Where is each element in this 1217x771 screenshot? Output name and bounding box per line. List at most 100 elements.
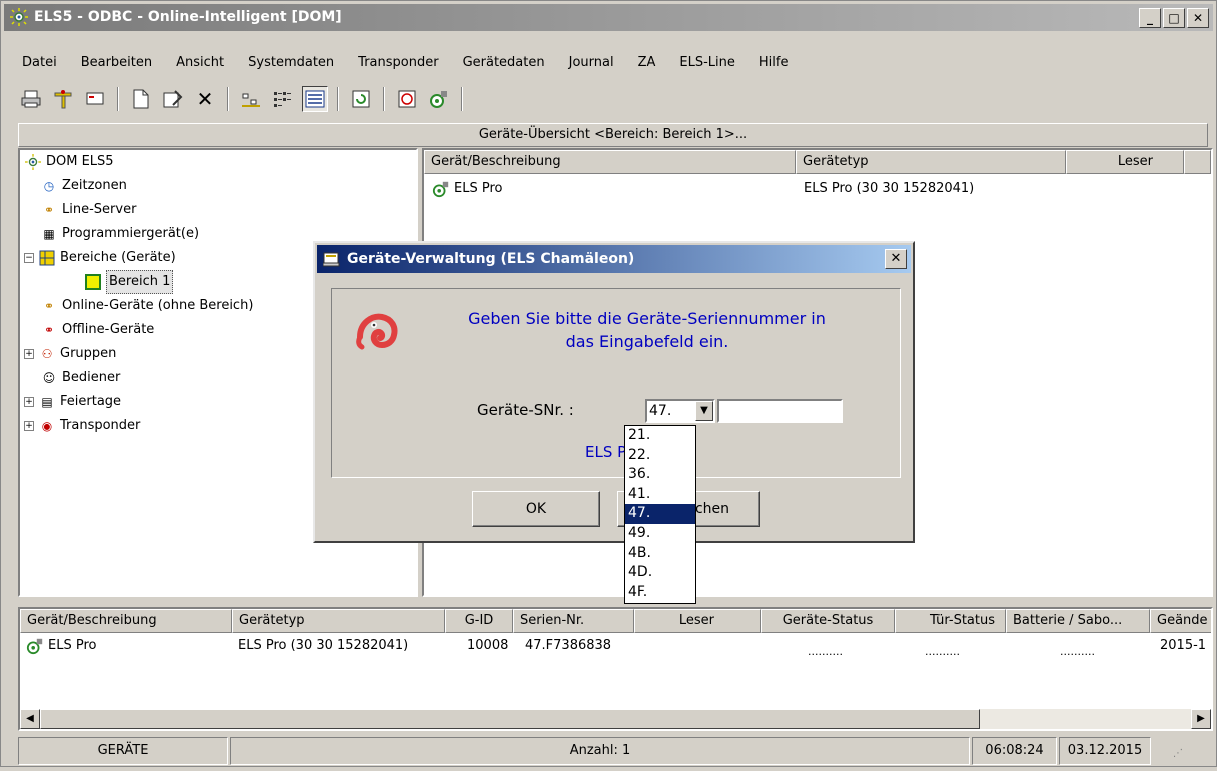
- column-header-leser[interactable]: Leser: [634, 609, 761, 633]
- antenna-icon[interactable]: [50, 86, 76, 112]
- tree-item-label: Bereich 1: [106, 270, 174, 294]
- scrollbar-thumb[interactable]: [40, 709, 980, 729]
- scroll-left-icon[interactable]: ◀: [20, 709, 40, 729]
- row-battery: ..........: [1060, 645, 1095, 658]
- tree-item-bereiche[interactable]: − Bereiche (Geräte): [24, 247, 176, 269]
- menu-za[interactable]: ZA: [626, 51, 668, 75]
- overview-header: Geräte-Übersicht <Bereich: Bereich 1>...: [18, 123, 1208, 147]
- tree-item-feiertage[interactable]: + ▤ Feiertage: [24, 391, 121, 413]
- serial-prefix-combo[interactable]: 47. ▼: [645, 399, 715, 423]
- menu-hilfe[interactable]: Hilfe: [747, 51, 801, 75]
- window-title: ELS5 - ODBC - Online-Intelligent [DOM]: [34, 9, 342, 25]
- dialog-app-icon: [323, 252, 340, 267]
- menu-transponder[interactable]: Transponder: [346, 51, 450, 75]
- status-count: Anzahl: 1: [230, 737, 970, 765]
- programming-device-icon: ▦: [43, 227, 55, 241]
- tree-item-line-server[interactable]: ⚭ Line-Server: [40, 199, 136, 221]
- dialog-title: Geräte-Verwaltung (ELS Chamäleon): [347, 251, 635, 267]
- title-bar: ELS5 - ODBC - Online-Intelligent [DOM] _…: [4, 4, 1213, 31]
- refresh-icon[interactable]: [348, 86, 374, 112]
- tree-item-online-geraete[interactable]: ⚭ Online-Geräte (ohne Bereich): [40, 295, 253, 317]
- chevron-down-icon[interactable]: ▼: [695, 401, 713, 421]
- collapse-icon[interactable]: −: [24, 253, 34, 263]
- dropdown-option[interactable]: 21.: [625, 426, 695, 446]
- serial-number-input[interactable]: [717, 399, 843, 423]
- tree-item-transponder[interactable]: + ◉ Transponder: [24, 415, 140, 437]
- line-server-icon: ⚭: [43, 203, 55, 217]
- details-view-icon[interactable]: [302, 86, 328, 112]
- tree-item-label: Line-Server: [62, 202, 137, 217]
- monitor-icon[interactable]: [82, 86, 108, 112]
- menu-systemdaten[interactable]: Systemdaten: [236, 51, 346, 75]
- scroll-right-icon[interactable]: ▶: [1191, 709, 1211, 729]
- dropdown-option-selected[interactable]: 47.: [625, 504, 695, 524]
- tree-item-label: Feiertage: [60, 394, 122, 409]
- new-document-icon[interactable]: [128, 86, 154, 112]
- online-devices-icon: ⚭: [43, 299, 55, 313]
- column-header-geraet[interactable]: Gerät/Beschreibung: [20, 609, 232, 633]
- tree-item-label: Bereiche (Geräte): [60, 250, 176, 265]
- column-header-g-id[interactable]: G-ID: [445, 609, 513, 633]
- menu-els-line[interactable]: ELS-Line: [667, 51, 747, 75]
- menu-datei[interactable]: Datei: [4, 51, 69, 75]
- column-header-geaendert[interactable]: Geände: [1150, 609, 1211, 633]
- column-header-geraetetyp[interactable]: Gerätetyp: [796, 150, 1066, 174]
- dropdown-option[interactable]: 4F.: [625, 583, 695, 603]
- column-header-leser[interactable]: Leser: [1066, 150, 1184, 174]
- resize-grip-icon[interactable]: ⋰: [1153, 737, 1183, 765]
- tree-root[interactable]: DOM ELS5: [24, 151, 114, 173]
- menu-journal[interactable]: Journal: [557, 51, 626, 75]
- menu-ansicht[interactable]: Ansicht: [164, 51, 236, 75]
- dropdown-option[interactable]: 36.: [625, 465, 695, 485]
- expand-icon[interactable]: +: [24, 349, 34, 359]
- dropdown-option[interactable]: 4B.: [625, 544, 695, 564]
- tree-item-programmiergeraet[interactable]: ▦ Programmiergerät(e): [40, 223, 199, 245]
- groups-icon: ⚇: [41, 347, 53, 361]
- transponder-icon[interactable]: [394, 86, 420, 112]
- dropdown-option[interactable]: 22.: [625, 446, 695, 466]
- sun-app-icon: [10, 8, 28, 26]
- column-header-serien-nr[interactable]: Serien-Nr.: [513, 609, 634, 633]
- delete-icon[interactable]: ✕: [192, 86, 218, 112]
- minimize-button[interactable]: _: [1139, 8, 1161, 28]
- maximize-button[interactable]: □: [1163, 8, 1185, 28]
- column-header-geraete-status[interactable]: Geräte-Status: [761, 609, 895, 633]
- expand-icon[interactable]: +: [24, 397, 34, 407]
- device-name: ELS Pro: [454, 181, 503, 196]
- device-type: ELS Pro (30 30 15282041): [804, 181, 975, 196]
- column-header-tuer-status[interactable]: Tür-Status: [895, 609, 1006, 633]
- horizontal-scrollbar[interactable]: ◀ ▶: [20, 709, 1211, 729]
- chameleon-logo-icon: [356, 313, 398, 350]
- properties-icon[interactable]: [160, 86, 186, 112]
- calendar-icon: ▤: [41, 395, 53, 409]
- menu-bearbeiten[interactable]: Bearbeiten: [69, 51, 164, 75]
- tree-item-label: Zeitzonen: [62, 178, 127, 193]
- ok-button[interactable]: OK: [472, 491, 600, 527]
- menu-geraetedaten[interactable]: Gerätedaten: [451, 51, 557, 75]
- dropdown-option[interactable]: 41.: [625, 485, 695, 505]
- column-header-geraetetyp[interactable]: Gerätetyp: [232, 609, 445, 633]
- tree-item-zeitzonen[interactable]: ◷ Zeitzonen: [40, 175, 127, 197]
- tree-item-gruppen[interactable]: + ⚇ Gruppen: [24, 343, 116, 365]
- device-icon: [432, 180, 450, 198]
- tree-item-bediener[interactable]: ☺ Bediener: [40, 367, 121, 389]
- tree-item-offline-geraete[interactable]: ⚭ Offline-Geräte: [40, 319, 154, 341]
- table-row[interactable]: ELS Pro: [26, 635, 96, 657]
- column-header-empty: [1184, 150, 1211, 174]
- expand-icon[interactable]: +: [24, 421, 34, 431]
- device-management-dialog: Geräte-Verwaltung (ELS Chamäleon) ✕ Gebe…: [313, 241, 915, 543]
- dialog-close-button[interactable]: ✕: [885, 249, 907, 269]
- print-icon[interactable]: [18, 86, 44, 112]
- column-header-geraet[interactable]: Gerät/Beschreibung: [424, 150, 796, 174]
- tree-item-bereich-1[interactable]: Bereich 1: [84, 270, 174, 294]
- area-item-icon: [84, 273, 102, 291]
- small-icons-view-icon[interactable]: [238, 86, 264, 112]
- column-header-batterie[interactable]: Batterie / Sabo...: [1006, 609, 1150, 633]
- device-icon[interactable]: [426, 86, 452, 112]
- dropdown-option[interactable]: 49.: [625, 524, 695, 544]
- table-row[interactable]: ELS Pro: [432, 178, 502, 200]
- dropdown-option[interactable]: 4D.: [625, 563, 695, 583]
- serial-prefix-dropdown-list: 21. 22. 36. 41. 47. 49. 4B. 4D. 4F.: [624, 425, 696, 604]
- list-view-icon[interactable]: [270, 86, 296, 112]
- close-button[interactable]: ✕: [1187, 8, 1209, 28]
